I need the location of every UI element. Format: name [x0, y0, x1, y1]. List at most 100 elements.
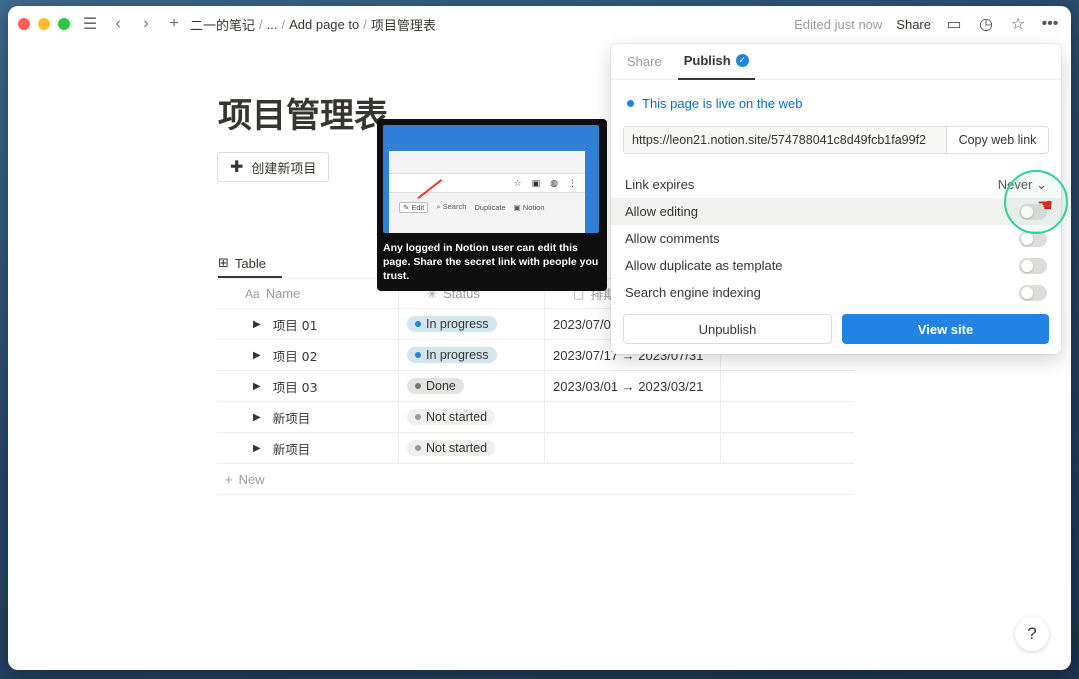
allow-comments-row[interactable]: Allow comments [611, 225, 1061, 252]
star-icon: ☆ [513, 177, 522, 188]
table-row[interactable]: ▶ 新项目 Not started [217, 402, 854, 433]
row-name: 项目 03 [272, 379, 318, 395]
clock-icon[interactable]: ◷ [977, 14, 995, 34]
plus-icon: + [225, 471, 233, 487]
name-cell[interactable]: ▶ 项目 03 [217, 371, 399, 401]
option-label: Allow editing [625, 204, 698, 219]
new-project-button[interactable]: ✚ 创建新项目 [217, 152, 330, 182]
menu-icon[interactable]: ☰ [82, 14, 98, 34]
empty-cell [721, 433, 854, 463]
status-cell[interactable]: In progress [399, 309, 545, 339]
live-dot-icon [627, 100, 634, 107]
preview-edit-chip: ✎ Edit [399, 201, 429, 213]
preview-duplicate-label: Duplicate [474, 202, 506, 212]
status-badge: Done [407, 378, 464, 394]
edited-status: Edited just now [794, 16, 883, 32]
expand-caret-icon[interactable]: ▶ [253, 319, 261, 330]
zoom-window-button[interactable] [58, 18, 70, 30]
status-dot [415, 352, 421, 358]
allow-duplicate-row[interactable]: Allow duplicate as template [611, 252, 1061, 279]
name-cell[interactable]: ▶ 新项目 [217, 402, 399, 432]
search-indexing-toggle[interactable] [1019, 284, 1047, 301]
unpublish-button[interactable]: Unpublish [623, 314, 832, 344]
allow-duplicate-toggle[interactable] [1019, 257, 1047, 274]
tooltip-preview-image: ☆ ▣ ◍ ⋮ ✎ Edit ⌕ Search Duplicate ▣ Noti… [383, 125, 599, 233]
live-status-text: This page is live on the web [642, 96, 803, 111]
status-cell[interactable]: In progress [399, 340, 545, 370]
share-button[interactable]: Share [896, 17, 931, 32]
breadcrumb-separator: / [281, 16, 286, 32]
option-label: Allow duplicate as template [625, 258, 783, 273]
preview-search-label: Search [442, 202, 467, 211]
text-type-icon: Aa [245, 286, 260, 301]
breadcrumb-separator: / [363, 16, 367, 32]
extension-icon: ◍ [550, 177, 558, 188]
comment-icon[interactable]: ▭ [945, 14, 963, 34]
name-cell[interactable]: ▶ 项目 01 [217, 309, 399, 339]
row-name: 新项目 [272, 410, 311, 426]
more-vertical-icon: ⋮ [568, 177, 577, 188]
preview-notion: ▣ Notion [513, 202, 545, 212]
status-label: Not started [426, 441, 488, 455]
toggle-knob [1021, 286, 1033, 299]
add-new-row-button[interactable]: + New [217, 464, 854, 495]
window-controls [18, 18, 70, 30]
status-label: In progress [426, 348, 489, 362]
link-expires-row[interactable]: Link expires Never ⌄ [611, 171, 1061, 198]
date-cell[interactable]: 2023/03/01 → 2023/03/21 [545, 371, 721, 401]
expand-caret-icon[interactable]: ▶ [253, 412, 261, 423]
status-cell[interactable]: Not started [399, 402, 545, 432]
click-highlight-ring [1004, 170, 1068, 234]
panel-tabs: Share Publish ✓ [611, 44, 1061, 80]
preview-actions: ✎ Edit ⌕ Search Duplicate ▣ Notion [389, 199, 585, 215]
column-header-name[interactable]: Aa Name [217, 279, 399, 308]
expand-caret-icon[interactable]: ▶ [253, 443, 261, 454]
table-row[interactable]: ▶ 新项目 Not started [217, 433, 854, 464]
name-cell[interactable]: ▶ 项目 02 [217, 340, 399, 370]
status-label: Not started [426, 410, 488, 424]
table-icon: ⊞ [218, 255, 229, 270]
search-indexing-row[interactable]: Search engine indexing [611, 279, 1061, 306]
plus-icon[interactable]: + [166, 15, 182, 33]
breadcrumb: 二一的笔记 / ... / Add page to / 项目管理表 [190, 15, 436, 34]
option-label: Link expires [625, 177, 695, 192]
row-name: 新项目 [272, 441, 311, 457]
date-cell[interactable] [545, 402, 721, 432]
breadcrumb-item[interactable]: 项目管理表 [371, 15, 436, 34]
breadcrumb-item[interactable]: ... [267, 17, 278, 32]
more-icon[interactable]: ••• [1041, 15, 1059, 33]
help-button[interactable]: ? [1015, 617, 1049, 651]
page-title[interactable]: 项目管理表 [218, 88, 388, 137]
breadcrumb-item[interactable]: Add page to [289, 17, 359, 32]
status-cell[interactable]: Not started [399, 433, 545, 463]
star-icon[interactable]: ☆ [1009, 14, 1027, 34]
column-header-label: Name [265, 286, 301, 301]
forward-icon[interactable]: › [138, 15, 154, 33]
tab-label: Table [234, 255, 266, 271]
date-value: 2023/07/0 [553, 316, 611, 332]
extension-icon: ▣ [531, 177, 541, 188]
back-icon[interactable]: ‹ [110, 15, 126, 33]
close-window-button[interactable] [18, 18, 30, 30]
breadcrumb-separator: / [259, 16, 263, 32]
web-link-field[interactable]: https://leon21.notion.site/574788041c8d4… [624, 127, 946, 153]
tab-table-view[interactable]: ⊞ Table [218, 250, 282, 278]
date-cell[interactable] [545, 433, 721, 463]
status-badge: Not started [407, 409, 496, 425]
copy-web-link-button[interactable]: Copy web link [946, 127, 1048, 153]
breadcrumb-item[interactable]: 二一的笔记 [190, 15, 255, 34]
expand-caret-icon[interactable]: ▶ [253, 350, 261, 361]
status-dot [415, 383, 421, 389]
web-link-row: https://leon21.notion.site/574788041c8d4… [623, 126, 1049, 154]
status-cell[interactable]: Done [399, 371, 545, 401]
tab-publish[interactable]: Publish ✓ [677, 44, 755, 80]
tab-share[interactable]: Share [621, 44, 668, 80]
top-bar-actions: Edited just now Share ▭ ◷ ☆ ••• [794, 6, 1059, 42]
table-row[interactable]: ▶ 项目 03 Done 2023/03/01 → 2023/03/21 [217, 371, 854, 402]
expand-caret-icon[interactable]: ▶ [253, 381, 261, 392]
allow-editing-row[interactable]: Allow editing [611, 198, 1061, 225]
name-cell[interactable]: ▶ 新项目 [217, 433, 399, 463]
minimize-window-button[interactable] [38, 18, 50, 30]
preview-search: ⌕ Search [436, 202, 467, 211]
view-site-button[interactable]: View site [842, 314, 1049, 344]
